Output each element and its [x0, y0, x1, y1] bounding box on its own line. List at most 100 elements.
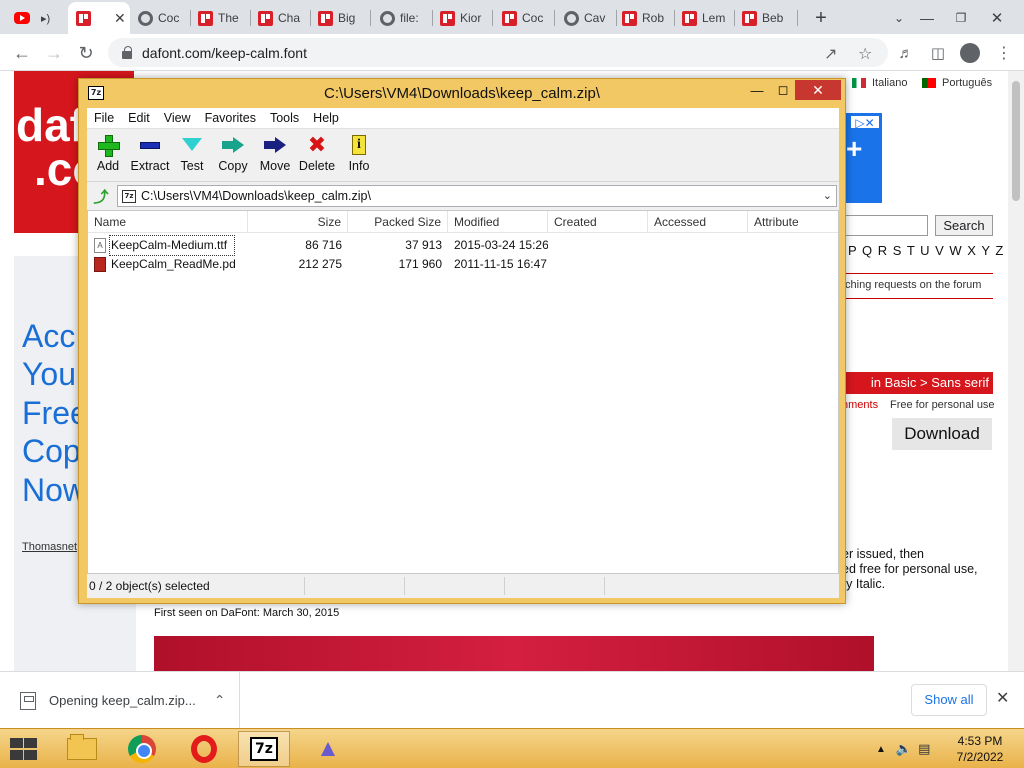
lang-italiano-link[interactable]: Italiano: [852, 77, 907, 89]
chevron-up-icon[interactable]: ⌃: [214, 692, 226, 709]
move-button[interactable]: Move: [254, 134, 296, 180]
font-preview-banner[interactable]: [154, 636, 874, 671]
close-window-button[interactable]: ✕: [984, 6, 1010, 30]
extract-button[interactable]: Extract: [127, 134, 173, 180]
test-button[interactable]: Test: [171, 134, 213, 180]
taskbar-opera[interactable]: [178, 731, 230, 767]
chevron-down-icon[interactable]: ⌄: [823, 189, 832, 202]
comments-link[interactable]: nments: [842, 399, 878, 411]
search-button[interactable]: Search: [935, 215, 993, 236]
tab-item[interactable]: Beb: [742, 4, 792, 32]
reload-button[interactable]: ↻: [72, 39, 100, 67]
tab-item[interactable]: Coc: [502, 4, 550, 32]
column-modified[interactable]: Modified: [448, 211, 548, 233]
lock-icon[interactable]: [122, 45, 132, 59]
windows-start-button[interactable]: [8, 737, 38, 761]
menu-file[interactable]: File: [87, 111, 121, 125]
path-combobox[interactable]: 7z C:\Users\VM4\Downloads\keep_calm.zip\…: [117, 185, 837, 207]
minimize-button[interactable]: —: [743, 80, 771, 100]
media-control-icon[interactable]: ♬: [892, 39, 920, 67]
file-name[interactable]: KeepCalm_ReadMe.pdf: [111, 255, 235, 274]
alphabet-index[interactable]: P Q R S T U V W X Y Z #: [848, 243, 1017, 258]
copy-button[interactable]: Copy: [212, 134, 254, 180]
right-advertisement[interactable]: ▷✕ +: [840, 113, 882, 203]
taskbar-7zip[interactable]: 7z: [238, 731, 290, 767]
column-attributes[interactable]: Attribute: [748, 211, 838, 233]
menu-tools[interactable]: Tools: [263, 111, 306, 125]
search-input[interactable]: [838, 215, 928, 236]
download-button[interactable]: Download: [892, 418, 992, 450]
column-created[interactable]: Created: [548, 211, 648, 233]
tab-dafont-active[interactable]: ✕: [76, 4, 126, 32]
taskbar-app[interactable]: ▲: [302, 731, 354, 767]
clock[interactable]: 4:53 PM 7/2/2022: [955, 733, 1005, 765]
tab-item[interactable]: Kior: [440, 4, 488, 32]
close-button[interactable]: ✕: [795, 80, 841, 100]
7zip-app-icon[interactable]: 7z: [88, 86, 104, 100]
scrollbar-thumb[interactable]: [1012, 81, 1020, 201]
dafont-icon: [258, 10, 273, 26]
address-bar[interactable]: dafont.com/keep-calm.font ↗ ☆: [108, 38, 888, 67]
close-tab-icon[interactable]: ✕: [114, 10, 126, 27]
delete-button[interactable]: ✖ Delete: [296, 134, 338, 180]
tab-label: The: [218, 11, 239, 25]
tab-youtube[interactable]: ▸): [14, 4, 50, 32]
volume-muted-icon[interactable]: 🔈: [896, 741, 912, 757]
ad-choices-icon[interactable]: ▷✕: [850, 115, 880, 130]
page-scrollbar[interactable]: [1008, 71, 1024, 671]
taskbar-file-explorer[interactable]: [56, 731, 108, 767]
tray-expand-icon[interactable]: ▲: [876, 744, 886, 755]
menu-favorites[interactable]: Favorites: [198, 111, 263, 125]
maximize-button[interactable]: ◻: [769, 80, 797, 100]
tab-item[interactable]: Cav: [564, 4, 612, 32]
menu-view[interactable]: View: [157, 111, 198, 125]
file-name[interactable]: KeepCalm-Medium.ttf: [109, 235, 235, 256]
url-text[interactable]: dafont.com/keep-calm.font: [142, 45, 307, 61]
lang-portugues-link[interactable]: Português: [922, 77, 992, 89]
show-all-button[interactable]: Show all: [911, 684, 987, 716]
restore-window-button[interactable]: ❐: [948, 6, 974, 30]
tab-item[interactable]: file:: [380, 4, 428, 32]
tab-item[interactable]: Big: [318, 4, 366, 32]
tab-item[interactable]: The: [198, 4, 246, 32]
menu-kebab-icon[interactable]: ⋮: [990, 39, 1018, 67]
profile-avatar-icon[interactable]: [956, 39, 984, 67]
path-text[interactable]: C:\Users\VM4\Downloads\keep_calm.zip\: [141, 189, 371, 203]
file-row[interactable]: A KeepCalm-Medium.ttf 86 716 37 913 2015…: [88, 235, 838, 256]
forum-link[interactable]: tching requests on the forum: [842, 279, 981, 291]
column-size[interactable]: Size: [248, 211, 348, 233]
bookmark-star-icon[interactable]: ☆: [858, 44, 872, 64]
tab-item[interactable]: Rob: [622, 4, 670, 32]
column-name[interactable]: Name: [88, 211, 248, 233]
tab-search-chevron-icon[interactable]: ⌄: [886, 6, 912, 30]
window-titlebar[interactable]: C:\Users\VM4\Downloads\keep_calm.zip\ 7z…: [79, 79, 845, 107]
download-item[interactable]: Opening keep_calm.zip... ⌃: [0, 672, 240, 729]
ad-line: Acc: [22, 318, 76, 354]
add-button[interactable]: Add: [87, 134, 129, 180]
file-row[interactable]: KeepCalm_ReadMe.pdf 212 275 171 960 2011…: [88, 255, 838, 274]
side-panel-icon[interactable]: ◫: [924, 39, 952, 67]
ad-plus-icon: +: [846, 133, 863, 164]
network-icon[interactable]: ▤: [918, 741, 930, 757]
menu-edit[interactable]: Edit: [121, 111, 157, 125]
description-line: ry Italic.: [842, 577, 886, 591]
file-list[interactable]: Name Size Packed Size Modified Created A…: [87, 210, 839, 574]
tab-item[interactable]: Lem: [682, 4, 730, 32]
taskbar-chrome[interactable]: [116, 731, 168, 767]
tab-item[interactable]: Coc: [138, 4, 186, 32]
tab-separator: [370, 10, 371, 26]
info-button[interactable]: i Info: [338, 134, 380, 180]
close-download-shelf-icon[interactable]: ✕: [996, 688, 1009, 708]
new-tab-button[interactable]: +: [808, 6, 834, 30]
minimize-window-button[interactable]: —: [914, 6, 940, 30]
folder-up-icon[interactable]: ⤴: [92, 187, 110, 206]
thomasnet-link[interactable]: Thomasnet: [22, 541, 77, 553]
share-icon[interactable]: ↗: [824, 44, 837, 64]
column-packed-size[interactable]: Packed Size: [348, 211, 448, 233]
menu-help[interactable]: Help: [306, 111, 346, 125]
column-accessed[interactable]: Accessed: [648, 211, 748, 233]
forward-button[interactable]: →: [40, 39, 68, 67]
back-button[interactable]: ←: [8, 39, 36, 67]
tab-item[interactable]: Cha: [258, 4, 306, 32]
category-breadcrumb[interactable]: in Basic > Sans serif: [838, 372, 993, 394]
